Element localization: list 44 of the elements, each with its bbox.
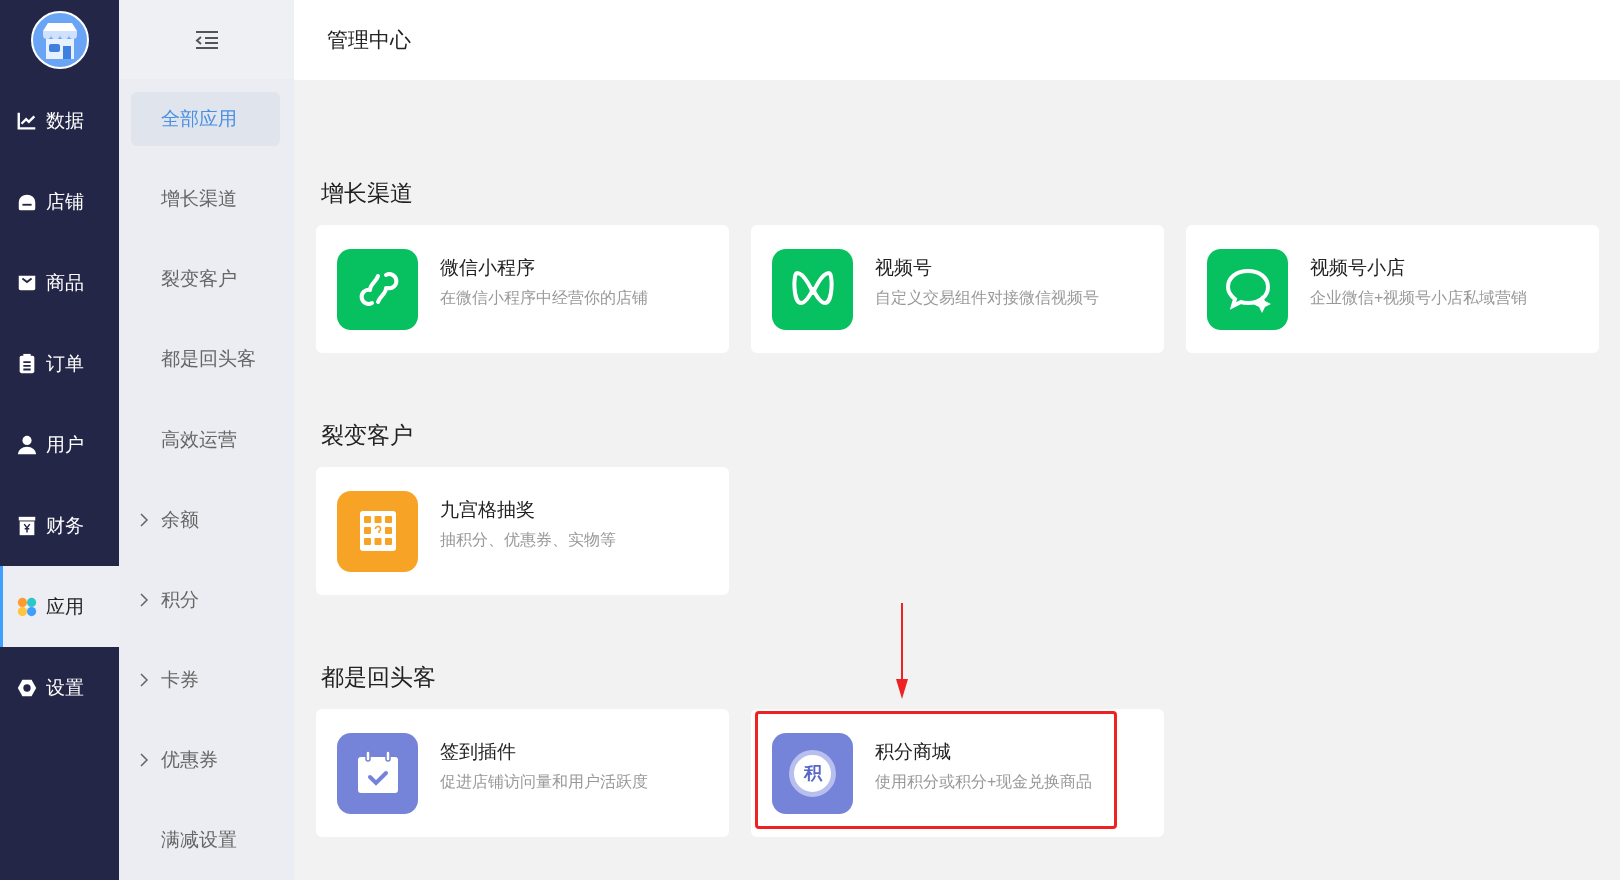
app-name: 积分商城 bbox=[875, 740, 952, 764]
collapse-icon[interactable] bbox=[193, 28, 220, 51]
nav-item[interactable]: 应用 bbox=[0, 566, 119, 647]
coin-badge: 积 bbox=[789, 749, 836, 797]
nav-item[interactable]: 财务 bbox=[0, 485, 119, 566]
sub-nav-item[interactable]: 满减设置 bbox=[131, 813, 280, 867]
nav-item[interactable]: 数据 bbox=[0, 80, 119, 161]
sub-nav-item[interactable]: 卡券 bbox=[131, 652, 280, 707]
app-description: 使用积分或积分+现金兑换商品 bbox=[875, 772, 1093, 792]
section-title: 裂变客户 bbox=[321, 421, 414, 450]
nav-item[interactable]: 商品 bbox=[0, 242, 119, 323]
page-title: 管理中心 bbox=[327, 27, 411, 53]
sub-nav-item[interactable]: 积分 bbox=[131, 572, 280, 627]
nav-item[interactable]: 店铺 bbox=[0, 161, 119, 242]
section-title: 都是回头客 bbox=[321, 663, 437, 692]
app-description: 促进店铺访问量和用户活跃度 bbox=[440, 772, 648, 792]
sub-nav-item[interactable]: 裂变客户 bbox=[131, 252, 280, 307]
app-description: 抽积分、优惠券、实物等 bbox=[440, 530, 616, 550]
person-icon bbox=[16, 433, 38, 456]
nav-item[interactable]: 设置 bbox=[0, 647, 119, 728]
app-card[interactable]: 九宫格抽奖 抽积分、优惠券、实物等 bbox=[316, 467, 729, 595]
app-description: 自定义交易组件对接微信视频号 bbox=[875, 288, 1099, 308]
app-name: 视频号 bbox=[875, 256, 933, 280]
sub-nav-item[interactable]: 高效运营 bbox=[131, 412, 280, 467]
cash-box-icon bbox=[16, 514, 38, 537]
nav-item[interactable]: 订单 bbox=[0, 323, 119, 404]
app-name: 九宫格抽奖 bbox=[440, 498, 536, 522]
app-card[interactable]: 视频号 自定义交易组件对接微信视频号 bbox=[751, 225, 1164, 353]
sub-nav-item[interactable]: 余额 bbox=[131, 492, 280, 547]
petals-icon bbox=[16, 595, 38, 618]
section-title: 增长渠道 bbox=[321, 179, 414, 208]
app-name: 视频号小店 bbox=[1310, 256, 1406, 280]
nav-item[interactable]: 用户 bbox=[0, 404, 119, 485]
app-description: 企业微信+视频号小店私域营销 bbox=[1310, 288, 1528, 308]
app-card[interactable]: 微信小程序 在微信小程序中经营你的店铺 bbox=[316, 225, 729, 353]
app-description: 在微信小程序中经营你的店铺 bbox=[440, 288, 648, 308]
sub-nav-item[interactable]: 优惠券 bbox=[131, 732, 280, 787]
shop-logo bbox=[30, 11, 89, 69]
sub-nav-item[interactable]: 都是回头客 bbox=[131, 332, 280, 387]
app-card[interactable]: 视频号小店 企业微信+视频号小店私域营销 bbox=[1186, 225, 1599, 353]
app-name: 微信小程序 bbox=[440, 256, 536, 280]
app-card[interactable]: 签到插件 促进店铺访问量和用户活跃度 bbox=[316, 709, 729, 837]
sub-nav-item[interactable]: 增长渠道 bbox=[131, 172, 280, 227]
app-name: 签到插件 bbox=[440, 740, 517, 764]
